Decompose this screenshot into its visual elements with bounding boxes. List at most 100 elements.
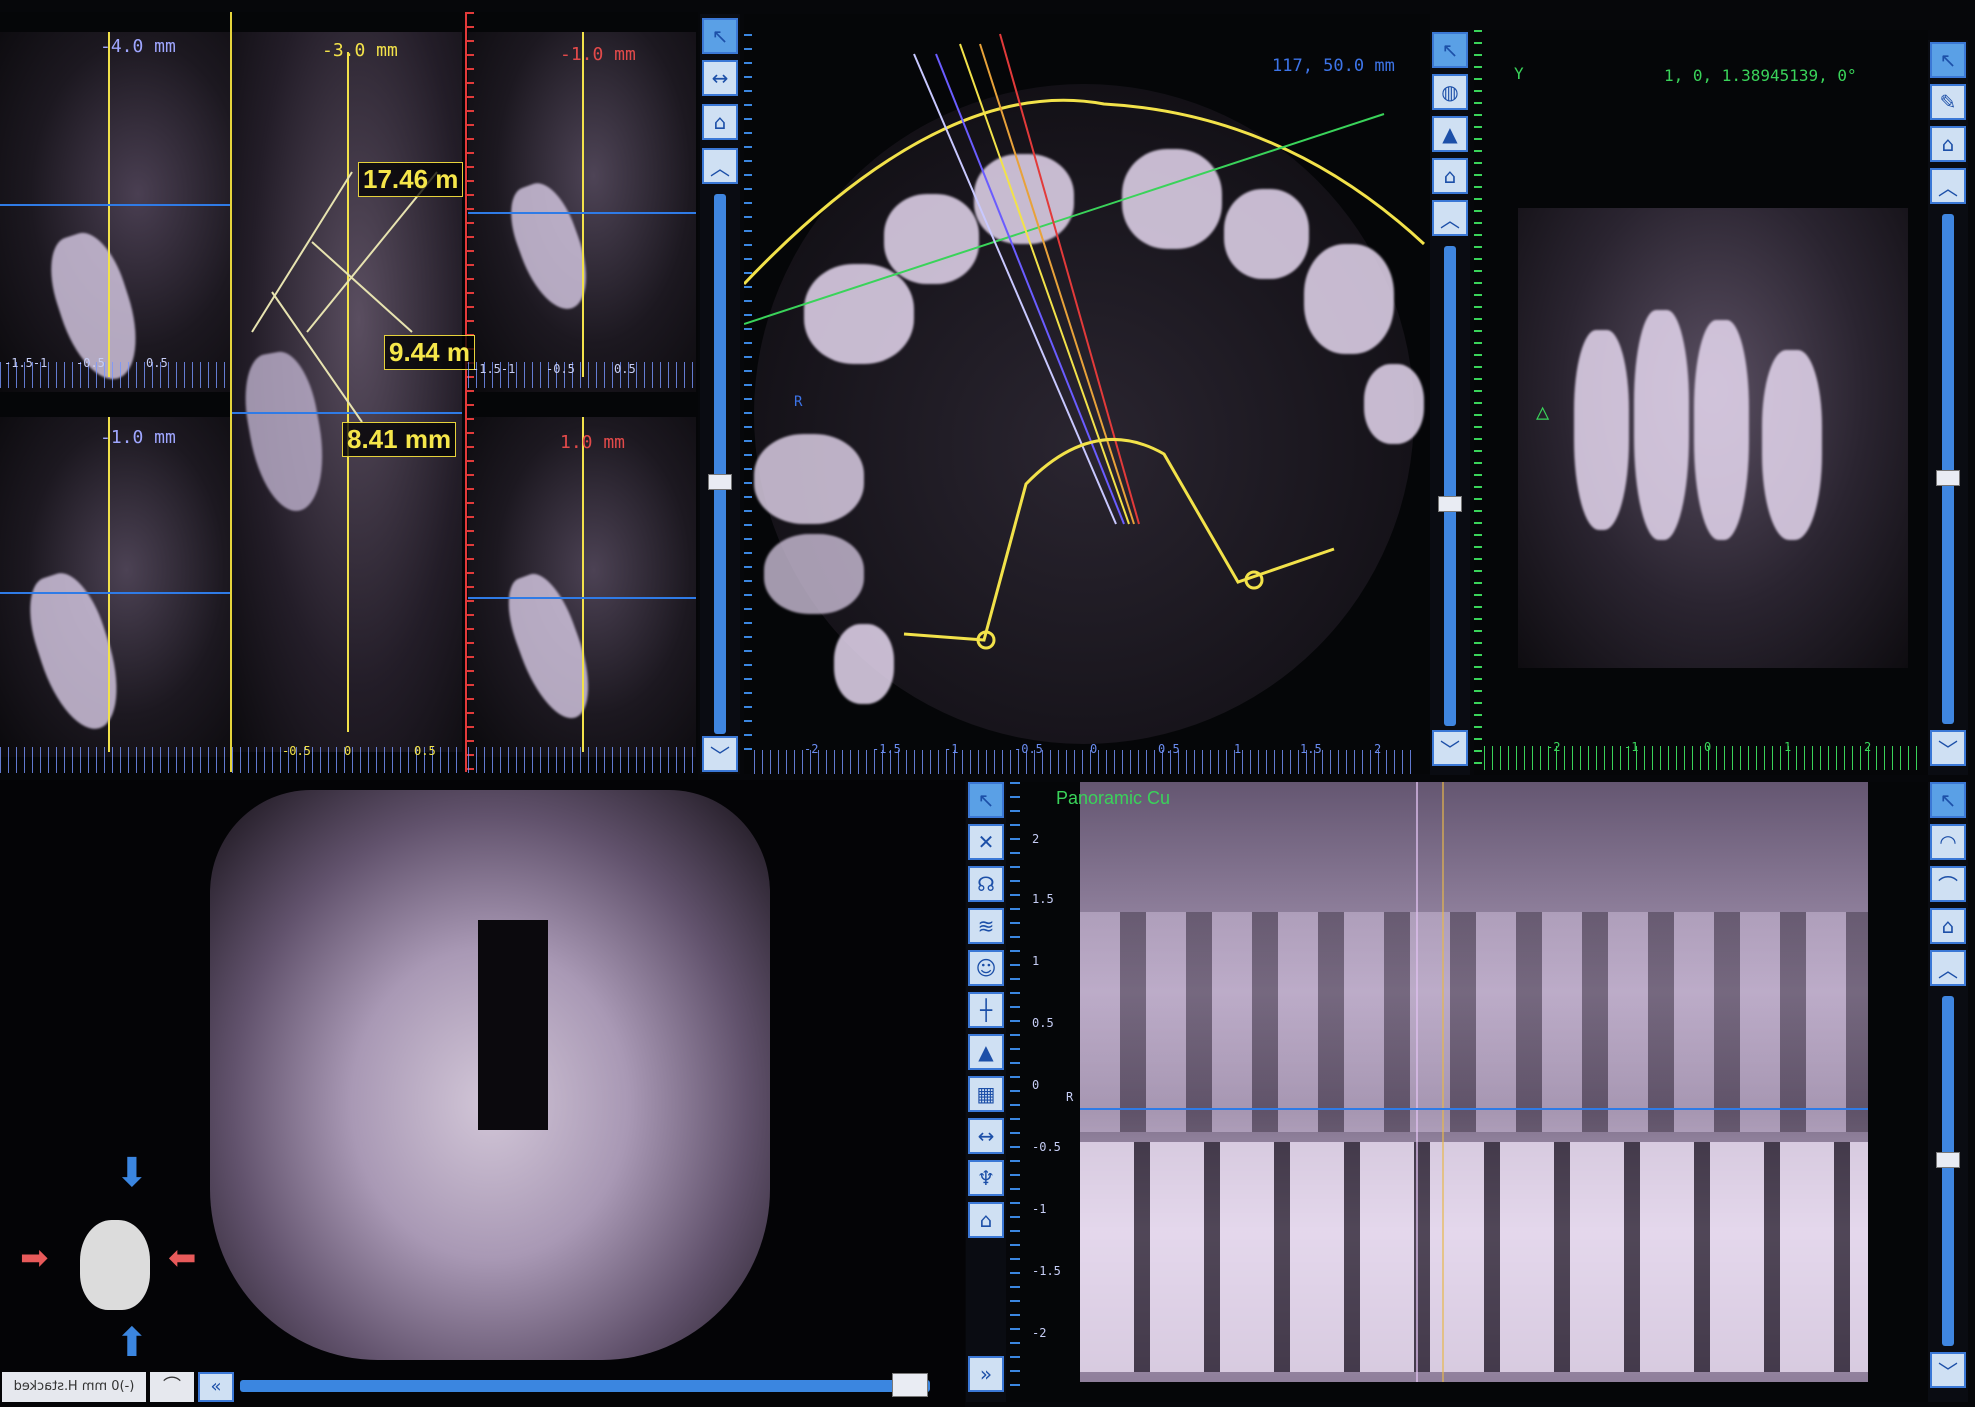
axial-overlay [744,33,1426,650]
sagittal-viewport[interactable]: -4.0 mm -3.0 mm -1.0 mm -1.0 mm 1.0 mm 1… [0,12,698,780]
select-icon[interactable]: ↖ [1930,782,1966,818]
arrow-left-icon[interactable]: ⬅ [168,1238,197,1278]
bottom-ruler [468,747,696,773]
tick-label: -2 [1032,1326,1047,1340]
panoramic-title: Panoramic Cu [1056,788,1171,808]
tick-label: -1.5 [1032,1264,1061,1278]
panoramic-viewport[interactable]: Panoramic Cu R 2 1.5 1 0.5 0 -0.5 -1 -1.… [1010,782,1928,1402]
select-icon[interactable]: ↖ [968,782,1004,818]
slice-slider[interactable] [1942,996,1954,1346]
tick-label: -2 [1546,740,1561,754]
tooth-root [1762,350,1822,540]
skull-outline-icon[interactable]: ☊ [968,866,1004,902]
tick-label: -1.5 [872,742,901,756]
tooth-icon[interactable]: ⌂ [702,104,738,140]
arch-icon[interactable]: ⌒ [150,1372,194,1402]
select-icon[interactable]: ↖ [702,18,738,54]
grid-icon[interactable]: ▦ [968,1076,1004,1112]
cone-icon[interactable]: ▲ [1432,116,1468,152]
arch-icon[interactable]: ⌒ [1930,866,1966,902]
tooth-icon[interactable]: ⌂ [1930,908,1966,944]
cone-icon[interactable]: ▲ [968,1034,1004,1070]
arrow-up-icon[interactable]: ⬇ [115,1150,149,1196]
collapse-down-icon[interactable]: ﹀ [1432,730,1468,766]
slice-slider[interactable] [714,194,726,734]
slice-offset-label: 1.0 mm [560,432,626,453]
eyelash-icon[interactable]: ≋ [968,908,1004,944]
tick-label: 0.5 [414,744,436,758]
tooth-root [1694,320,1749,540]
collapse-up-icon[interactable]: ︿ [1930,168,1966,204]
arrow-down-icon[interactable]: ⬆ [115,1320,149,1366]
expand-right-icon[interactable]: » [968,1356,1004,1392]
head-icon[interactable] [80,1220,150,1310]
collapse-down-icon[interactable]: ﹀ [1930,1352,1966,1388]
collapse-up-icon[interactable]: ︿ [1432,200,1468,236]
tooth-icon[interactable]: ⌂ [1930,126,1966,162]
axial-slice-label: 117, 50.0 mm [1272,56,1395,76]
tooth-icon[interactable]: ⌂ [1432,158,1468,194]
render-slider-track[interactable] [240,1380,930,1392]
bottom-ruler [0,747,228,773]
volume-render-viewport[interactable]: ⬇ ➡ ⬅ ⬆ (-)0 mm H.stacked ⌒ « [0,780,965,1407]
slice-slider-thumb[interactable] [708,474,732,490]
stack-mode-button[interactable]: (-)0 mm H.stacked [2,1372,146,1402]
slice-offset-label: -4.0 mm [100,36,176,57]
slice-offset-label: -1.0 mm [560,44,636,65]
render-slider-thumb[interactable] [892,1373,928,1397]
tick-label: 0.5 [146,356,168,370]
face-icon[interactable]: ☺ [968,950,1004,986]
coronal-viewport[interactable]: Y 1, 0, 1.38945139, 0° △ -2 -1 0 1 2 [1474,30,1928,775]
orientation-widget[interactable]: ⬇ ➡ ⬅ ⬆ [20,1150,220,1380]
collapse-down-icon[interactable]: ﹀ [1930,730,1966,766]
collapse-down-icon[interactable]: ﹀ [702,736,738,772]
tick-label: -0.5 [1032,1140,1061,1154]
slice-offset-label: -1.0 mm [100,427,176,448]
mask-icon[interactable]: ◍ [1432,74,1468,110]
axial-cursor-line [468,212,696,214]
teeth-icon[interactable]: ♆ [968,1160,1004,1196]
tooth-icon[interactable]: ⌂ [968,1202,1004,1238]
tick-label: 2 [1374,742,1382,756]
measurement-label[interactable]: 9.44 m [384,335,475,370]
collapse-up-icon[interactable]: ︿ [702,148,738,184]
axial-cursor-line [0,204,230,206]
sagittal-cursor-line [108,417,110,752]
collapse-left-icon[interactable]: « [198,1372,234,1402]
distance-icon[interactable]: ↔ [968,1118,1004,1154]
slice-slider-thumb[interactable] [1438,496,1462,512]
slice-slider[interactable] [1942,214,1954,724]
coronal-left-ruler [1474,30,1482,770]
select-icon[interactable]: ↖ [1432,32,1468,68]
tick-label: 1 [1234,742,1242,756]
axial-cursor-line [0,592,230,594]
cross-icon[interactable]: ✕ [968,824,1004,860]
axial-viewport[interactable]: 117, 50.0 mm R -2 -1.5 -1 -0.5 0 0.5 1 1… [744,14,1430,774]
tick-label: 0 [344,744,352,758]
tick-label: 0.5 [1158,742,1180,756]
tick-label: 2 [1032,832,1040,846]
coronal-slice-label: 1, 0, 1.38945139, 0° [1664,66,1857,85]
collapse-up-icon[interactable]: ︿ [1930,950,1966,986]
tooth-root [1574,330,1629,530]
orientation-marker: R [1066,1090,1074,1104]
tick-label: -2 [804,742,819,756]
panoramic-tools-toolbar: ↖ ✕ ☊ ≋ ☺ ┼ ▲ ▦ ↔ ♆ ⌂ » [966,782,1006,1402]
grid-cross-icon[interactable]: ┼ [968,992,1004,1028]
distance-icon[interactable]: ↔ [702,60,738,96]
tick-label: -0.5 [76,356,105,370]
select-icon[interactable]: ↖ [1930,42,1966,78]
tick-label: -1.5-1 [4,356,48,370]
slice-slider-thumb[interactable] [1936,470,1960,486]
slice-slider-thumb[interactable] [1936,1152,1960,1168]
slice-slider[interactable] [1444,246,1456,726]
mouth-icon[interactable]: ◠ [1930,824,1966,860]
sagittal-cursor-line [582,417,584,752]
arrow-right-icon[interactable]: ➡ [20,1238,49,1278]
brush-icon[interactable]: ✎ [1930,84,1966,120]
measurement-label[interactable]: 17.46 m [358,162,464,197]
tick-label: 2 [1864,740,1872,754]
tick-label: 1 [1032,954,1040,968]
measurement-label[interactable]: 8.41 mm [342,422,457,457]
tick-label: -1 [944,742,959,756]
